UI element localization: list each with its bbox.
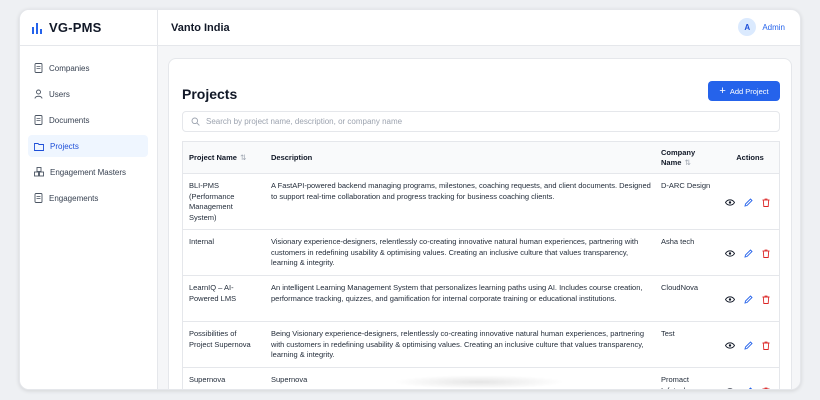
projects-table: Project Name ⇅ Description Company Name ⇅…	[182, 141, 780, 391]
description-cell: Visionary experience-designers, relentle…	[271, 237, 639, 267]
document-icon	[34, 115, 43, 125]
company-cell: D-ARC Design	[661, 181, 711, 190]
sidebar-item-users[interactable]: Users	[28, 83, 148, 105]
company-cell: CloudNova	[661, 283, 699, 292]
sidebar-item-label: Projects	[50, 141, 79, 151]
add-project-label: Add Project	[729, 86, 769, 96]
page-title: Projects	[182, 86, 238, 102]
row-actions	[715, 368, 779, 391]
company-cell: Test	[661, 329, 675, 338]
user-menu[interactable]: A Admin	[738, 18, 785, 36]
main-content: Projects + Add Project Project Name ⇅ De…	[158, 46, 800, 389]
document-icon	[34, 193, 43, 203]
search-bar[interactable]	[182, 111, 780, 132]
column-label: Actions	[736, 153, 764, 162]
sidebar-item-engagement-masters[interactable]: Engagement Masters	[28, 161, 148, 183]
delete-trash-icon[interactable]	[762, 249, 770, 258]
table-row: Internal Visionary experience-designers,…	[183, 230, 779, 276]
column-label: Project Name	[189, 153, 237, 162]
column-header-description: Description	[265, 142, 655, 173]
edit-pencil-icon[interactable]	[744, 386, 753, 391]
user-name[interactable]: Admin	[762, 23, 785, 32]
sidebar-item-label: Engagement Masters	[50, 167, 127, 177]
table-header: Project Name ⇅ Description Company Name ⇅…	[183, 142, 779, 174]
sidebar: VG-PMS Companies Users Documents Project…	[20, 10, 158, 389]
edit-pencil-icon[interactable]	[743, 294, 753, 304]
add-project-button[interactable]: + Add Project	[708, 81, 780, 101]
sidebar-item-label: Users	[49, 89, 70, 99]
topbar: Vanto India A Admin	[158, 10, 800, 46]
column-header-project-name[interactable]: Project Name ⇅	[183, 142, 265, 173]
table-row: BLI-PMS (Performance Management System) …	[183, 174, 779, 230]
table-row: LearnIQ – AI-Powered LMS An intelligent …	[183, 276, 779, 322]
column-label-second-line: Name ⇅	[661, 157, 691, 167]
sidebar-item-engagements[interactable]: Engagements	[28, 187, 148, 209]
edit-pencil-icon[interactable]	[743, 340, 753, 350]
edit-pencil-icon[interactable]	[743, 197, 753, 207]
sidebar-nav: Companies Users Documents Projects Engag…	[20, 46, 157, 209]
project-name-cell: BLI-PMS (Performance Management System)	[189, 181, 235, 222]
table-row: Possibilities of Project Supernova Being…	[183, 322, 779, 368]
organization-name: Vanto India	[171, 21, 230, 34]
company-cell: Promact Infotech	[661, 375, 689, 390]
view-eye-icon[interactable]	[724, 249, 735, 257]
column-label: Description	[271, 153, 313, 162]
search-input[interactable]	[206, 117, 736, 126]
row-actions	[715, 230, 779, 275]
avatar[interactable]: A	[738, 18, 757, 36]
delete-trash-icon[interactable]	[762, 341, 770, 350]
column-label: Company	[661, 147, 696, 157]
view-eye-icon[interactable]	[725, 387, 735, 391]
delete-trash-icon[interactable]	[762, 295, 770, 304]
project-name-cell: Supernova	[189, 375, 226, 384]
sort-icon[interactable]: ⇅	[684, 158, 690, 167]
brand-name: VG-PMS	[49, 20, 102, 35]
search-icon	[191, 117, 200, 126]
view-eye-icon[interactable]	[724, 341, 735, 349]
row-actions	[715, 174, 779, 229]
delete-trash-icon[interactable]	[762, 198, 770, 207]
column-header-actions: Actions	[715, 142, 779, 173]
brand[interactable]: VG-PMS	[20, 10, 157, 46]
sidebar-item-projects[interactable]: Projects	[28, 135, 148, 157]
company-cell: Asha tech	[661, 237, 695, 246]
projects-card: Projects + Add Project Project Name ⇅ De…	[168, 58, 792, 391]
view-eye-icon[interactable]	[724, 198, 735, 206]
bottom-shadow	[393, 375, 565, 389]
sidebar-item-label: Companies	[49, 63, 90, 73]
description-cell: A FastAPI-powered backend managing progr…	[271, 181, 651, 201]
plus-icon: +	[719, 84, 726, 97]
project-name-cell: LearnIQ – AI-Powered LMS	[189, 283, 237, 303]
bar-chart-icon	[32, 22, 42, 34]
view-eye-icon[interactable]	[724, 295, 735, 303]
delete-trash-icon[interactable]	[762, 387, 770, 391]
sort-icon[interactable]: ⇅	[240, 153, 246, 162]
cubes-icon	[34, 167, 44, 177]
project-name-cell: Possibilities of Project Supernova	[189, 329, 251, 349]
document-icon	[34, 63, 43, 73]
description-cell: An intelligent Learning Management Syste…	[271, 283, 643, 303]
sidebar-item-companies[interactable]: Companies	[28, 57, 148, 79]
folder-icon	[34, 142, 44, 151]
row-actions	[715, 322, 779, 367]
app-window: VG-PMS Companies Users Documents Project…	[19, 9, 801, 390]
user-icon	[34, 89, 43, 99]
description-cell: Being Visionary experience-designers, re…	[271, 329, 644, 359]
column-header-company-name[interactable]: Company Name ⇅	[655, 142, 715, 173]
edit-pencil-icon[interactable]	[743, 248, 753, 258]
sidebar-item-label: Documents	[49, 115, 90, 125]
sidebar-item-documents[interactable]: Documents	[28, 109, 148, 131]
row-actions	[715, 276, 779, 321]
sidebar-item-label: Engagements	[49, 193, 99, 203]
project-name-cell: Internal	[189, 237, 215, 246]
